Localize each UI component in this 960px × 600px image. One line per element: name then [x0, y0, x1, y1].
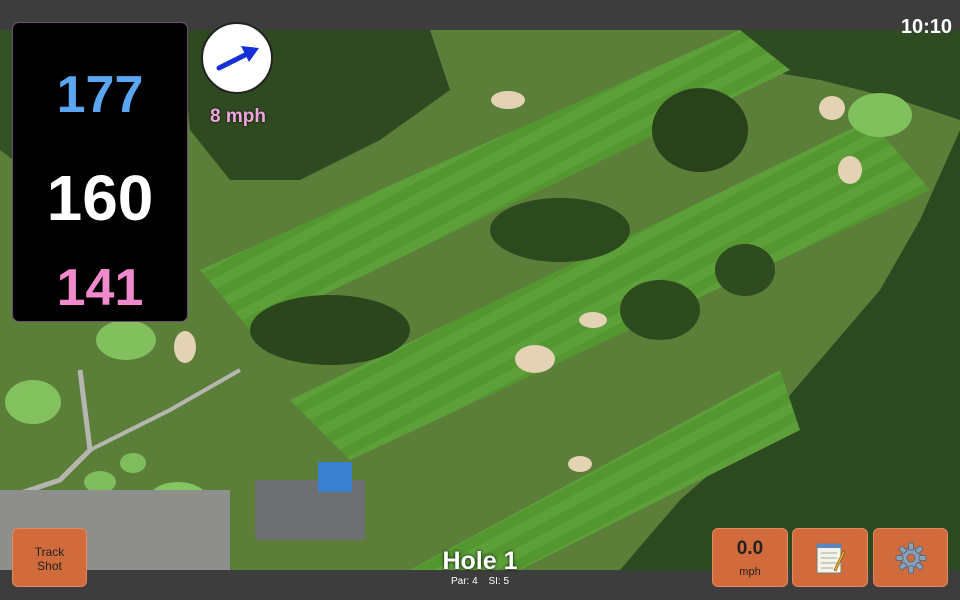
track-shot-label-line1: Track: [34, 545, 65, 559]
speed-button[interactable]: 0.0 mph: [712, 528, 788, 587]
gear-icon: [895, 542, 926, 573]
hole-par: Par: 4: [450, 576, 478, 587]
middle-distance: 160: [46, 162, 154, 234]
wind-speed-label: 8 mph: [210, 106, 266, 127]
speed-unit: mph: [739, 566, 761, 578]
front-distance: 141: [56, 259, 144, 317]
notepad-icon: [816, 543, 845, 573]
wind-direction-dial: [201, 22, 273, 94]
hole-stroke-index: SI: 5: [488, 576, 510, 587]
notes-button[interactable]: [792, 528, 868, 587]
hole-title: Hole 1: [442, 547, 518, 575]
settings-button[interactable]: [873, 528, 948, 587]
track-shot-button[interactable]: Track Shot: [12, 528, 87, 587]
back-distance: 177: [56, 66, 144, 124]
distance-panel: 177 160 141: [12, 22, 188, 322]
track-shot-label-line2: Shot: [37, 559, 62, 573]
speed-value: 0.0: [736, 538, 764, 559]
clock: 10:10: [900, 16, 952, 38]
arrow-icon: [216, 46, 259, 71]
hole-meta: Par: 4 SI: 5: [380, 576, 580, 587]
